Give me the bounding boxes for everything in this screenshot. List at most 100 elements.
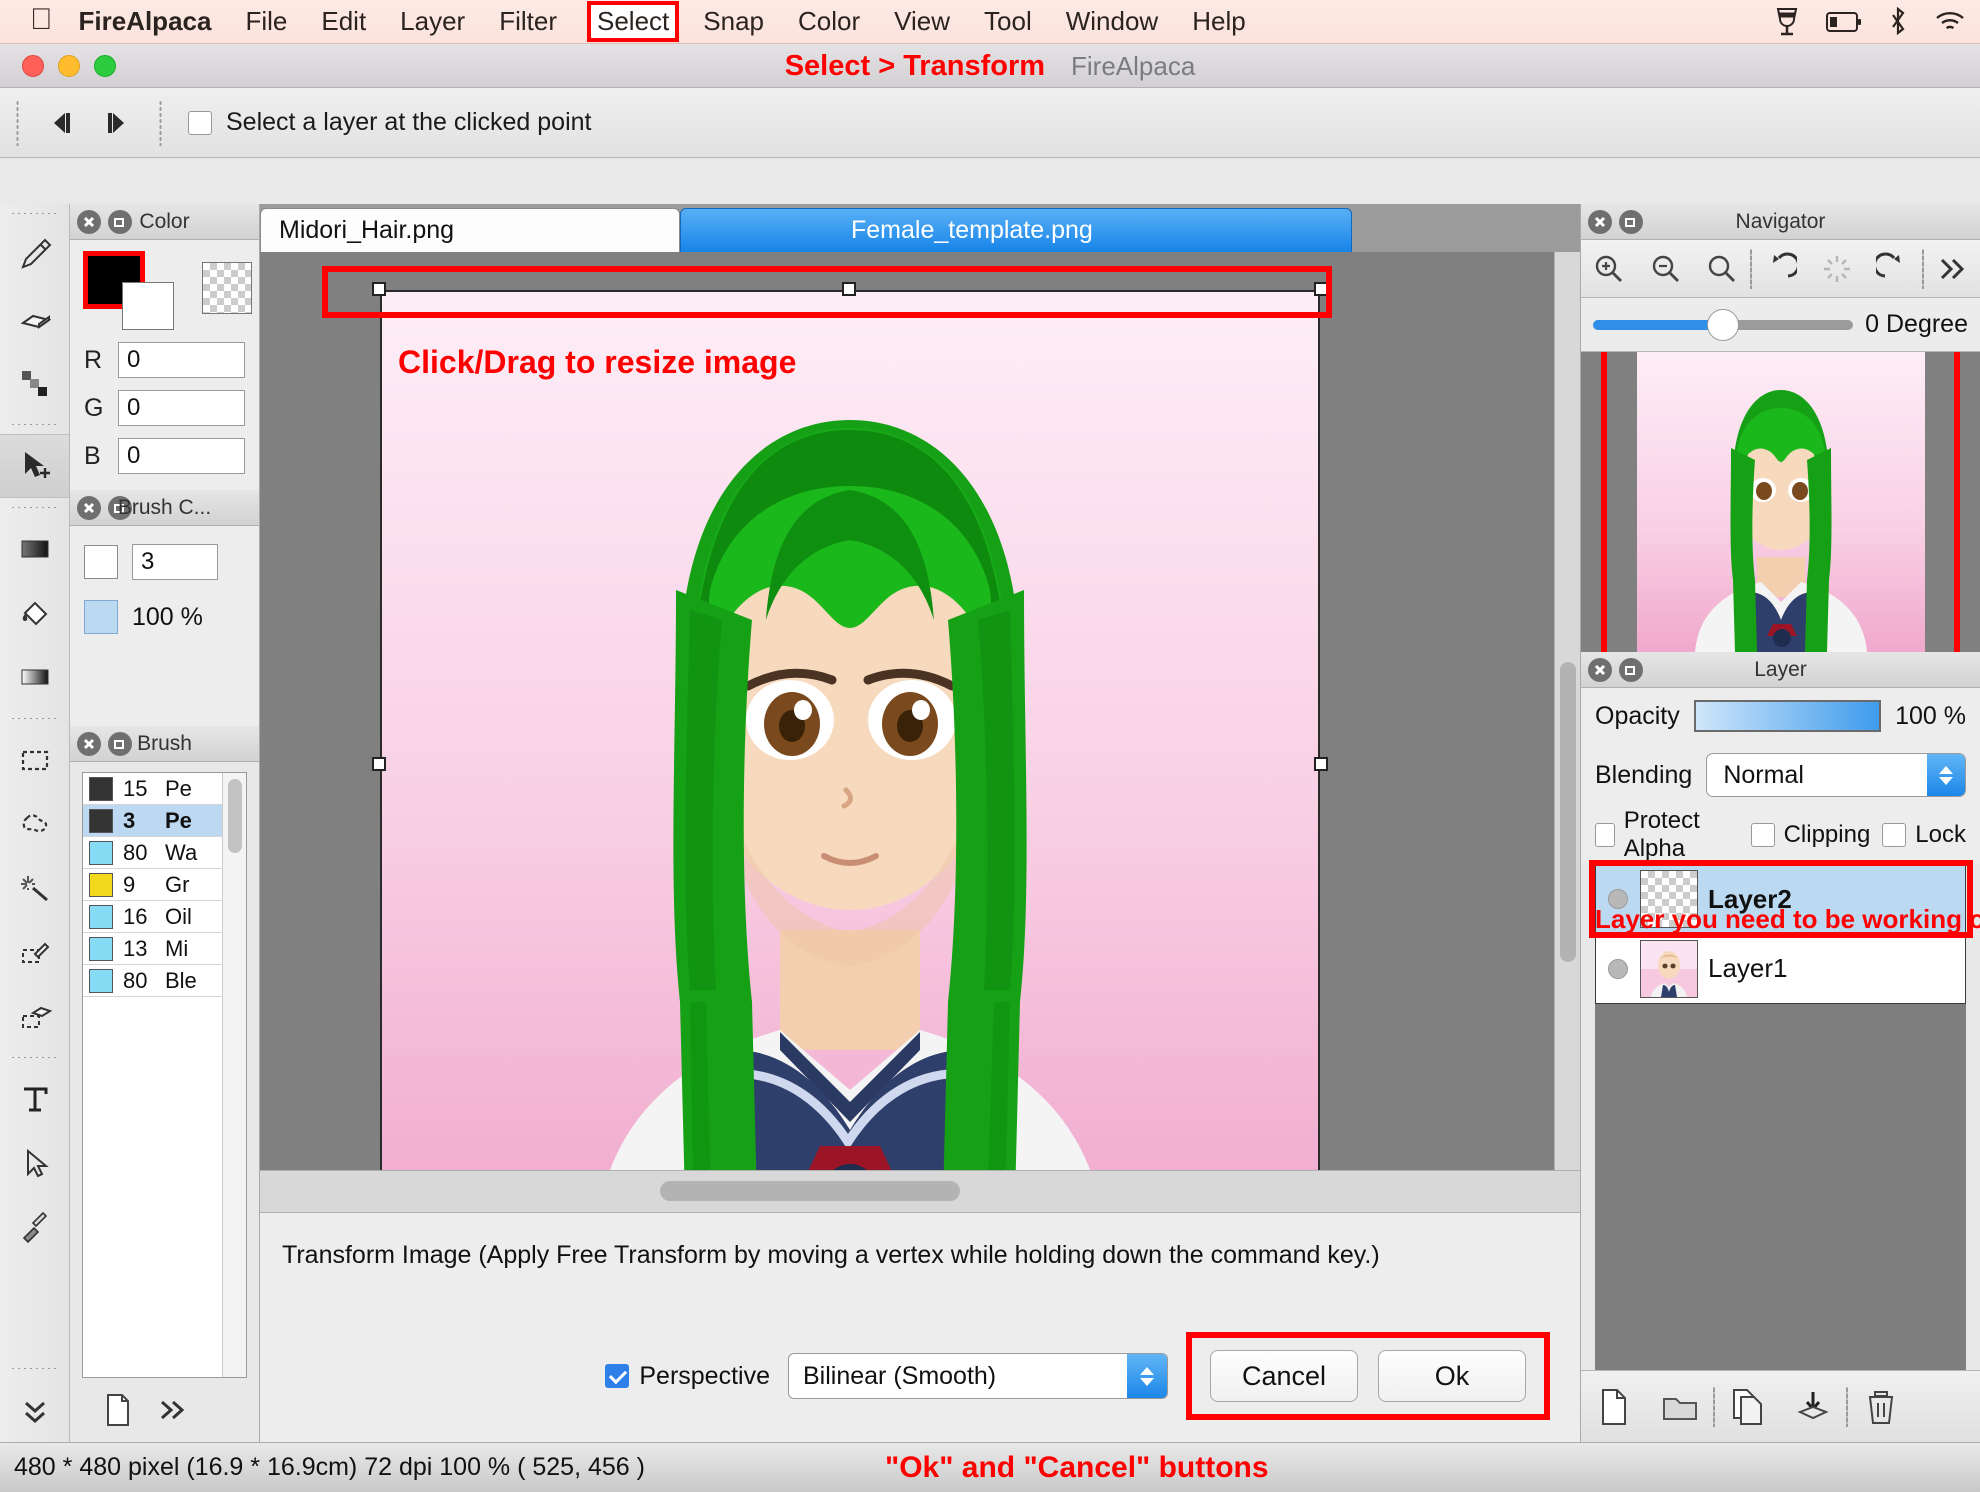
- menu-item-firealpaca[interactable]: FireAlpaca: [79, 6, 212, 37]
- table-row[interactable]: Layer1: [1595, 934, 1966, 1004]
- expand-icon[interactable]: [1924, 240, 1980, 298]
- navigator-preview[interactable]: [1581, 352, 1980, 652]
- menu-item-edit[interactable]: Edit: [321, 6, 366, 37]
- close-icon[interactable]: [1588, 210, 1612, 234]
- menu-item-help[interactable]: Help: [1192, 6, 1245, 37]
- lasso-select-tool[interactable]: [0, 792, 69, 856]
- rotate-right-icon[interactable]: [1865, 240, 1921, 298]
- select-layer-option[interactable]: Select a layer at the clicked point: [188, 108, 591, 137]
- menu-item-snap[interactable]: Snap: [703, 6, 764, 37]
- battery-icon[interactable]: [1826, 11, 1862, 33]
- channel-input-r[interactable]: 0: [118, 342, 245, 378]
- duplicate-layer-icon[interactable]: [1715, 1388, 1781, 1426]
- layer-list-empty-area[interactable]: [1595, 1004, 1966, 1370]
- delete-layer-icon[interactable]: [1848, 1388, 1914, 1426]
- list-item[interactable]: 13 Mi: [83, 933, 222, 965]
- close-icon[interactable]: [77, 732, 101, 756]
- step-backward-icon[interactable]: [35, 101, 89, 145]
- collapse-icon[interactable]: [1619, 210, 1643, 234]
- transform-handle-ml[interactable]: [372, 757, 386, 771]
- lock-option[interactable]: Lock: [1882, 821, 1966, 849]
- perspective-checkbox[interactable]: [605, 1364, 629, 1388]
- gradient2-tool[interactable]: [0, 645, 69, 709]
- select-eraser-tool[interactable]: [0, 984, 69, 1048]
- eyedropper-tool[interactable]: [0, 1195, 69, 1259]
- step-forward-icon[interactable]: [89, 101, 143, 145]
- chevron-stepper-icon[interactable]: [1127, 1354, 1167, 1398]
- rotation-slider-knob[interactable]: [1707, 309, 1739, 341]
- collapse-icon[interactable]: [108, 496, 132, 520]
- menu-item-select[interactable]: Select: [591, 5, 675, 38]
- list-item[interactable]: 9 Gr: [83, 869, 222, 901]
- tab-midori-hair[interactable]: Midori_Hair.png: [260, 208, 680, 252]
- transparent-color-swatch[interactable]: [202, 262, 252, 314]
- opacity-slider[interactable]: [1694, 700, 1881, 732]
- gradient-tool[interactable]: [0, 517, 69, 581]
- new-layer-icon[interactable]: [1581, 1388, 1647, 1426]
- perspective-option[interactable]: Perspective: [605, 1362, 770, 1391]
- list-item[interactable]: 80 Wa: [83, 837, 222, 869]
- list-item[interactable]: 16 Oil: [83, 901, 222, 933]
- zoom-fit-icon[interactable]: [1694, 240, 1750, 298]
- more-tools-icon[interactable]: [0, 1378, 70, 1442]
- list-item[interactable]: 80 Ble: [83, 965, 222, 997]
- menu-item-view[interactable]: View: [894, 6, 950, 37]
- canvas-horizontal-scrollbar[interactable]: [260, 1170, 1580, 1212]
- wifi-icon[interactable]: [1934, 10, 1966, 34]
- zoom-button[interactable]: [94, 55, 116, 77]
- rotate-reset-icon[interactable]: [1809, 240, 1865, 298]
- blending-select[interactable]: Normal: [1706, 753, 1966, 797]
- interpolation-select[interactable]: Bilinear (Smooth): [788, 1353, 1168, 1399]
- scrollbar-thumb[interactable]: [660, 1181, 960, 1201]
- menu-item-color[interactable]: Color: [798, 6, 860, 37]
- transform-handle-mr[interactable]: [1314, 757, 1328, 771]
- lock-checkbox[interactable]: [1882, 823, 1906, 847]
- new-folder-icon[interactable]: [1647, 1391, 1713, 1423]
- channel-input-b[interactable]: 0: [118, 438, 245, 474]
- clipping-option[interactable]: Clipping: [1751, 821, 1871, 849]
- new-brush-icon[interactable]: [96, 1390, 140, 1430]
- menu-item-filter[interactable]: Filter: [499, 6, 557, 37]
- eraser-tool[interactable]: [0, 287, 69, 351]
- tab-female-template[interactable]: Female_template.png: [680, 208, 1352, 252]
- menu-item-window[interactable]: Window: [1066, 6, 1158, 37]
- protect-alpha-option[interactable]: Protect Alpha: [1595, 807, 1739, 863]
- channel-input-g[interactable]: 0: [118, 390, 245, 426]
- select-pen-tool[interactable]: [0, 920, 69, 984]
- protect-alpha-checkbox[interactable]: [1595, 823, 1615, 847]
- menu-item-layer[interactable]: Layer: [400, 6, 465, 37]
- chevron-stepper-icon[interactable]: [1927, 754, 1965, 796]
- zoom-out-icon[interactable]: [1637, 240, 1693, 298]
- text-tool[interactable]: [0, 1067, 69, 1131]
- pencil-tool[interactable]: [0, 223, 69, 287]
- scrollbar-thumb[interactable]: [228, 779, 242, 853]
- collapse-icon[interactable]: [108, 732, 132, 756]
- select-layer-checkbox[interactable]: [188, 111, 212, 135]
- clipping-checkbox[interactable]: [1751, 823, 1775, 847]
- fill-tool[interactable]: [0, 581, 69, 645]
- canvas-viewport[interactable]: Click/Drag to resize image: [260, 252, 1580, 1170]
- list-item[interactable]: 3 Pe: [83, 805, 222, 837]
- close-button[interactable]: [22, 55, 44, 77]
- menu-item-file[interactable]: File: [245, 6, 287, 37]
- image-canvas[interactable]: [380, 290, 1320, 1170]
- close-icon[interactable]: [1588, 658, 1612, 682]
- brush-size-input[interactable]: 3: [132, 544, 218, 580]
- merge-down-icon[interactable]: [1780, 1390, 1846, 1424]
- scrollbar-thumb[interactable]: [1560, 662, 1576, 962]
- cancel-button[interactable]: Cancel: [1210, 1350, 1358, 1402]
- collapse-icon[interactable]: [108, 210, 132, 234]
- bucket-tool[interactable]: [0, 351, 69, 415]
- brush-opacity-value[interactable]: 100 %: [132, 603, 203, 632]
- list-item[interactable]: 15 Pe: [83, 773, 222, 805]
- menu-item-tool[interactable]: Tool: [984, 6, 1032, 37]
- brush-list-scrollbar[interactable]: [222, 773, 246, 1377]
- wine-glass-icon[interactable]: [1774, 7, 1800, 37]
- brush-list[interactable]: 15 Pe 3 Pe 80 Wa: [82, 772, 247, 1378]
- move-tool[interactable]: [0, 434, 69, 498]
- arrow-tool[interactable]: [0, 1131, 69, 1195]
- brush-menu-icon[interactable]: [150, 1390, 194, 1430]
- magic-wand-tool[interactable]: [0, 856, 69, 920]
- close-icon[interactable]: [77, 210, 101, 234]
- collapse-icon[interactable]: [1619, 658, 1643, 682]
